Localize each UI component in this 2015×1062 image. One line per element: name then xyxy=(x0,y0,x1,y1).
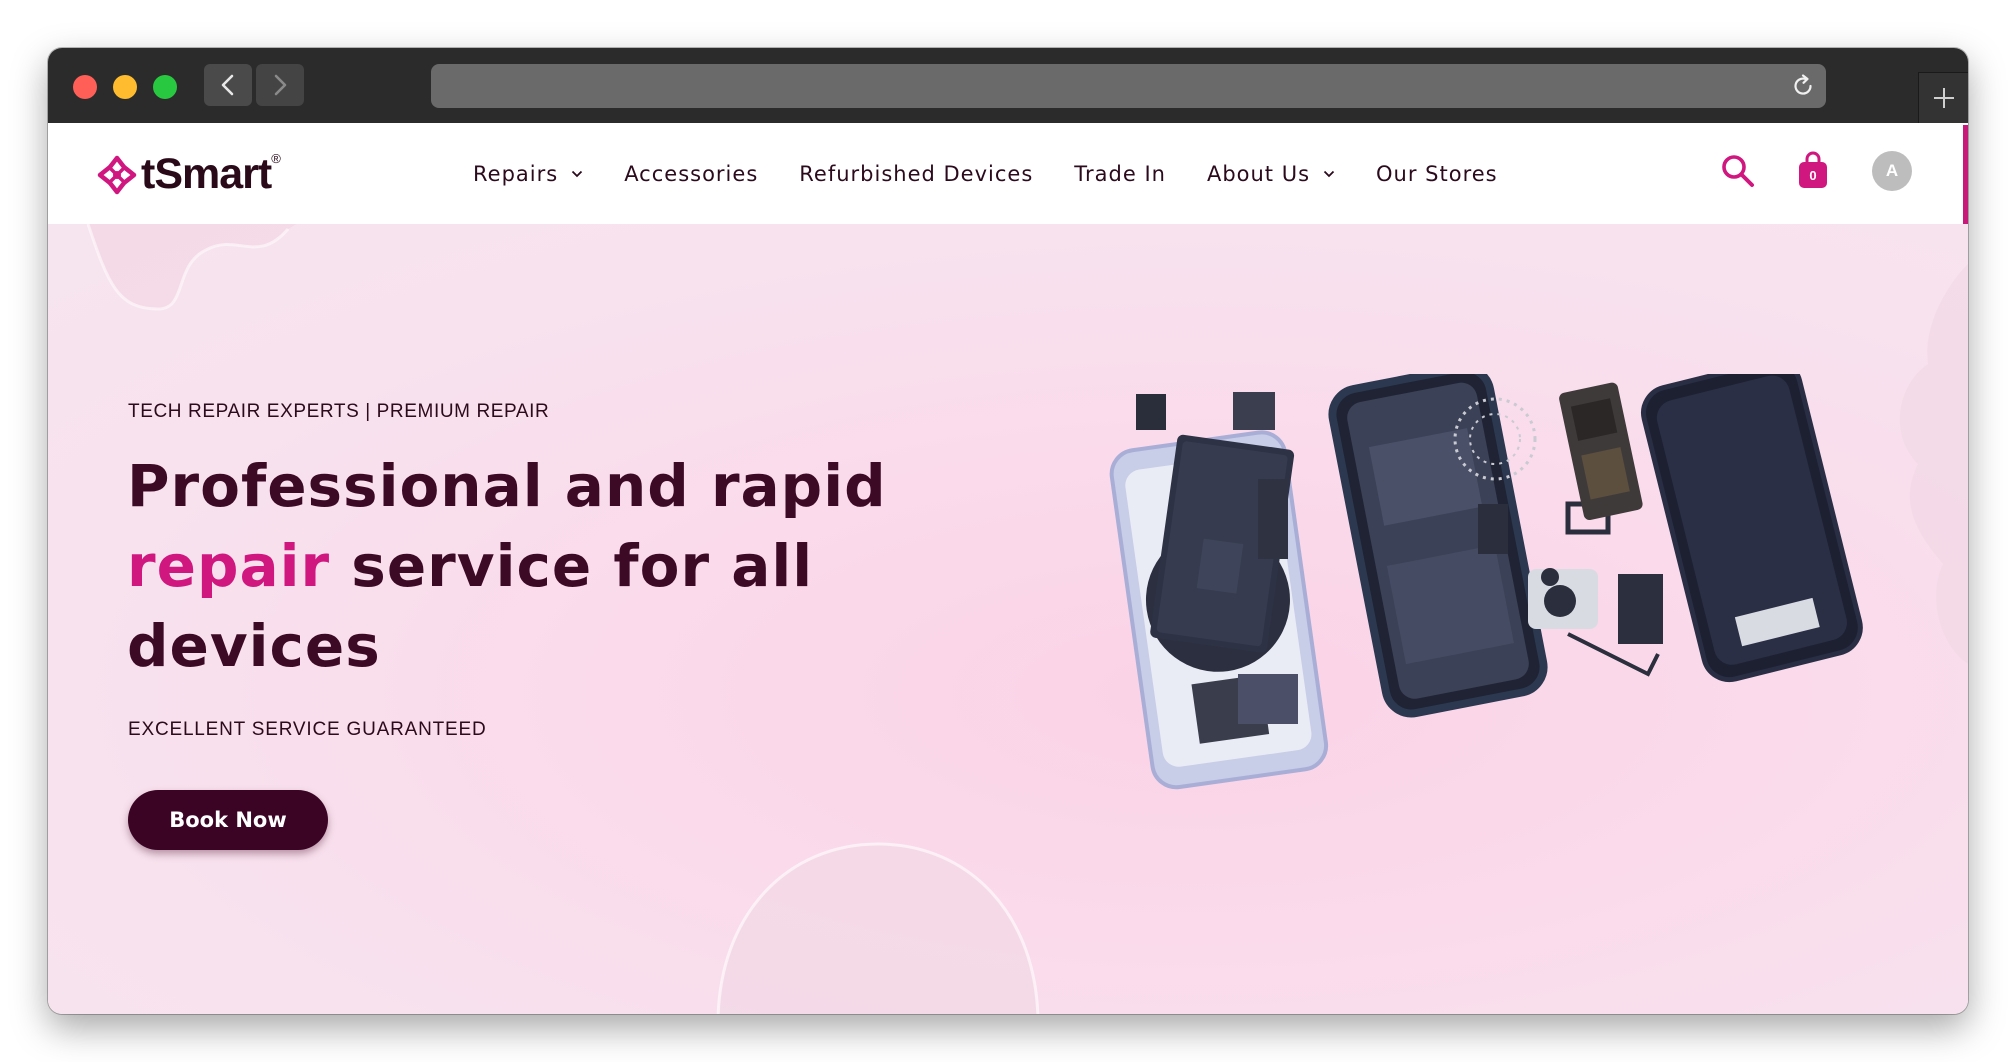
hero-eyebrow: TECH REPAIR EXPERTS | PREMIUM REPAIR xyxy=(128,401,550,422)
headline-text: Professional and rapid xyxy=(127,452,887,520)
forward-button[interactable] xyxy=(256,64,304,106)
logo-registered-mark: ® xyxy=(271,151,281,166)
chevron-down-icon xyxy=(1323,170,1335,178)
browser-titlebar xyxy=(48,48,1968,123)
minimize-window-button[interactable] xyxy=(113,75,137,99)
chevron-down-icon xyxy=(572,170,583,178)
cart-count-badge: 0 xyxy=(1809,168,1817,183)
nav-item-label: Our Stores xyxy=(1376,162,1498,186)
cart-button[interactable]: 0 xyxy=(1798,150,1828,190)
nav-item-label: Repairs xyxy=(473,162,559,186)
site-header: tSmart ® Repairs Accessories Refurbished… xyxy=(48,123,1968,241)
nav-item-our-stores[interactable]: Our Stores xyxy=(1376,162,1498,186)
chevron-right-icon xyxy=(274,74,287,96)
back-button[interactable] xyxy=(204,64,252,106)
logo-text: tSmart xyxy=(141,150,272,198)
logo[interactable]: tSmart ® xyxy=(97,150,281,199)
headline-accent: repair xyxy=(127,532,331,600)
nav-item-label: About Us xyxy=(1206,162,1311,186)
address-bar[interactable] xyxy=(431,64,1826,108)
tsmart-logo-mark xyxy=(97,155,137,194)
new-tab-button[interactable] xyxy=(1918,72,1968,123)
nav-item-label: Accessories xyxy=(624,162,759,186)
zoom-window-button[interactable] xyxy=(153,75,177,99)
avatar[interactable]: A xyxy=(1872,151,1912,191)
nav-item-refurbished-devices[interactable]: Refurbished Devices xyxy=(799,162,1033,186)
browser-window: tSmart ® Repairs Accessories Refurbished… xyxy=(48,48,1968,1014)
reload-icon[interactable] xyxy=(1790,73,1816,99)
exploded-phone-illustration xyxy=(1109,374,1863,790)
nav-item-label: Trade In xyxy=(1074,162,1166,186)
background-gear-decoration xyxy=(86,224,297,311)
nav-item-label: Refurbished Devices xyxy=(799,162,1034,186)
main-nav: Repairs Accessories Refurbished Devices … xyxy=(473,157,1539,191)
nav-item-trade-in[interactable]: Trade In xyxy=(1074,162,1166,186)
close-window-button[interactable] xyxy=(73,75,97,99)
book-now-button[interactable]: Book Now xyxy=(128,790,328,850)
hero-section: TECH REPAIR EXPERTS | PREMIUM REPAIR Pro… xyxy=(48,224,1968,1014)
hero-subline: EXCELLENT SERVICE GUARANTEED xyxy=(128,719,487,740)
hero-headline: Professional and rapid repair service fo… xyxy=(127,446,887,686)
nav-item-repairs[interactable]: Repairs xyxy=(473,162,583,186)
plus-icon xyxy=(1934,88,1954,108)
nav-item-accessories[interactable]: Accessories xyxy=(624,162,758,186)
nav-item-about-us[interactable]: About Us xyxy=(1207,162,1335,186)
chevron-left-icon xyxy=(221,74,234,96)
search-icon[interactable] xyxy=(1720,153,1756,189)
